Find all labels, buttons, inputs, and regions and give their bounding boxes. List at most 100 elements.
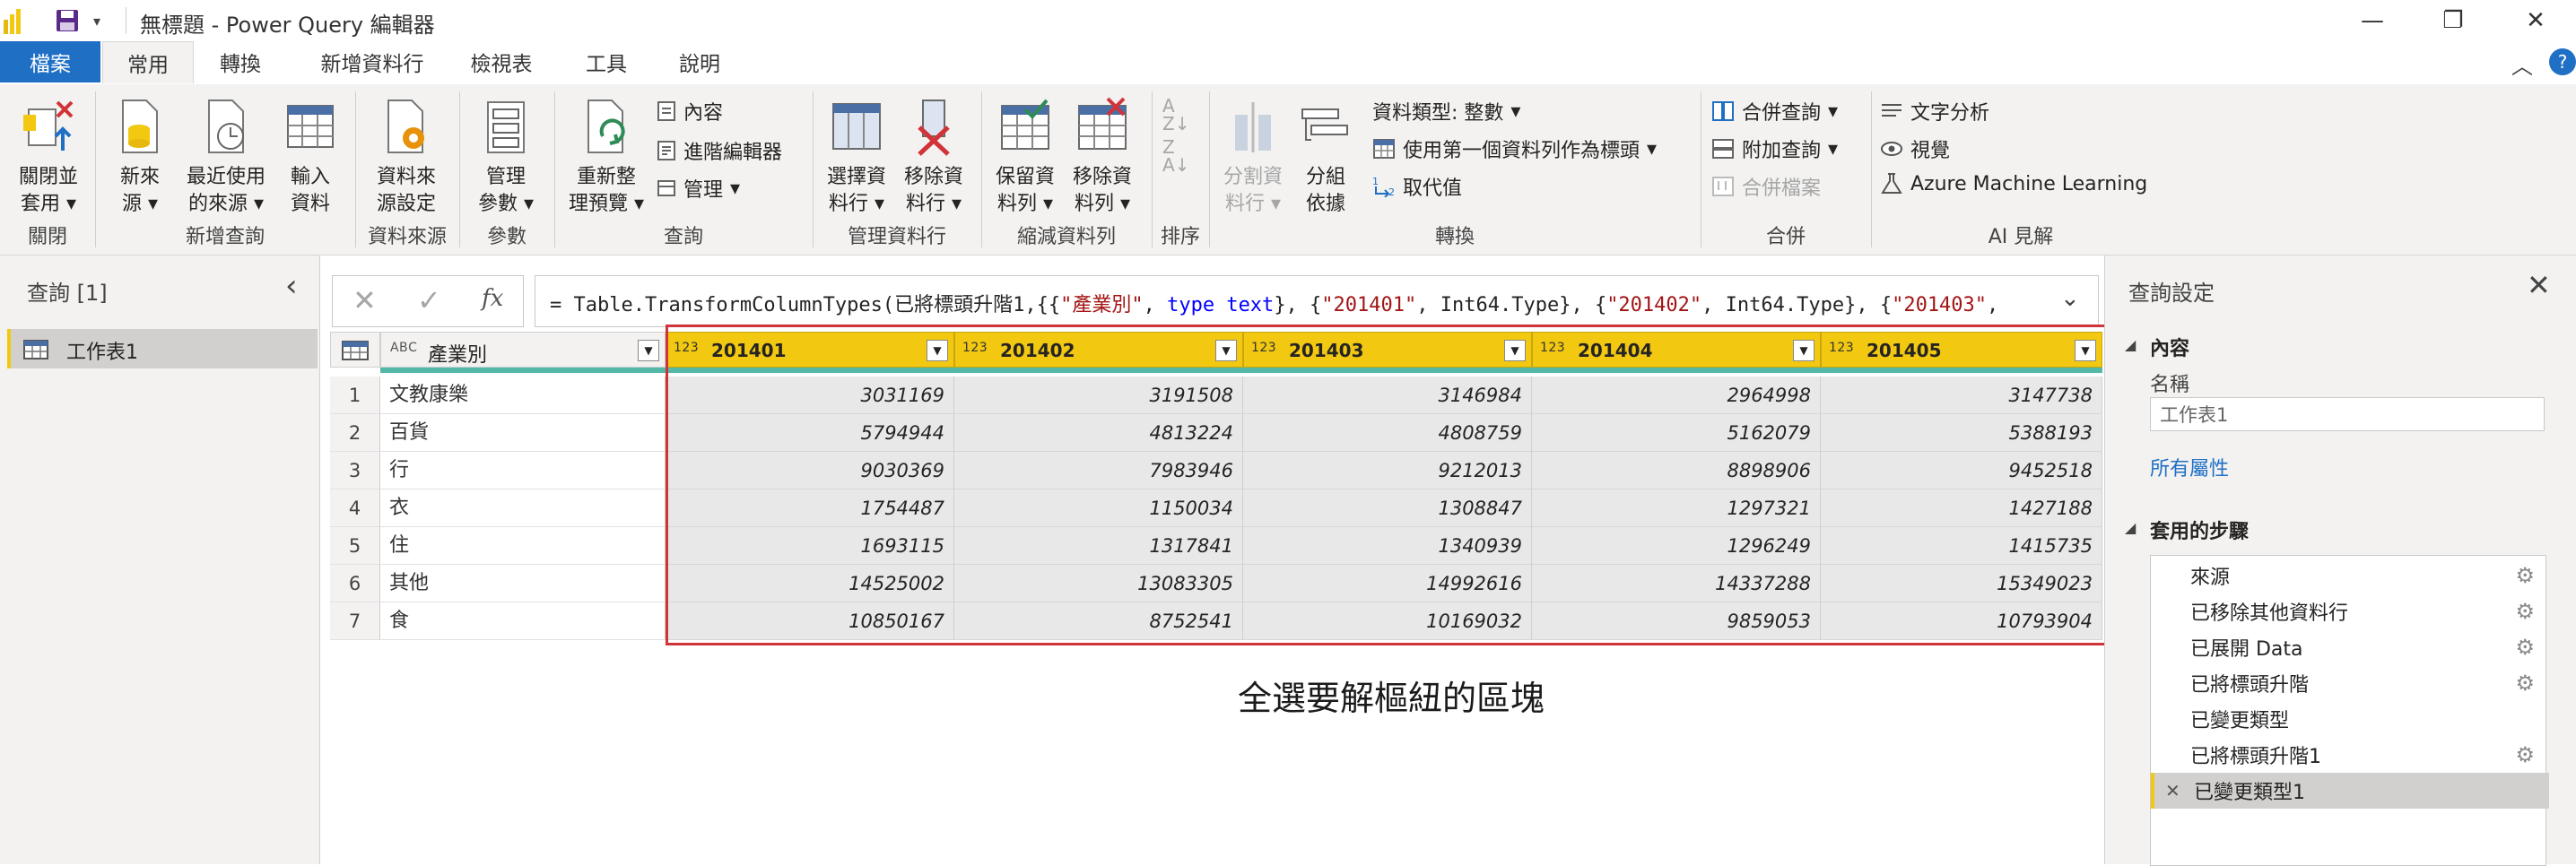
applied-step[interactable]: 已移除其他資料行 ⚙: [2151, 593, 2546, 629]
value-cell[interactable]: 1297321: [1532, 489, 1821, 527]
value-cell[interactable]: 14337288: [1532, 565, 1821, 602]
type-text-icon[interactable]: A B C: [390, 341, 417, 355]
step-settings-gear-icon[interactable]: ⚙: [2515, 742, 2535, 767]
minimize-button[interactable]: —: [2332, 0, 2413, 41]
row-number[interactable]: 7: [330, 602, 380, 640]
column-header-201405[interactable]: 1 2 3 201405 ▼: [1821, 332, 2102, 368]
value-cell[interactable]: 1693115: [666, 527, 954, 565]
close-apply-button[interactable]: 關閉並 套用 ▾: [7, 97, 90, 218]
value-cell[interactable]: 7983946: [954, 452, 1243, 489]
close-window-button[interactable]: ✕: [2495, 0, 2576, 41]
collapse-queries-icon[interactable]: ‹: [285, 268, 298, 304]
type-integer-icon[interactable]: 1 2 3: [674, 341, 699, 355]
table-row[interactable]: 1 文教康樂 3031169 3191508 3146984 2964998 3147738: [330, 377, 2102, 414]
row-number[interactable]: 3: [330, 452, 380, 489]
industry-cell[interactable]: 衣: [380, 489, 666, 527]
close-query-settings-icon[interactable]: ✕: [2527, 268, 2551, 302]
fx-icon[interactable]: fx: [482, 285, 503, 312]
query-item-sheet1[interactable]: 工作表1: [7, 329, 318, 368]
value-cell[interactable]: 1415735: [1821, 527, 2102, 565]
column-header-201402[interactable]: 1 2 3 201402 ▼: [954, 332, 1243, 368]
column-header-201404[interactable]: 1 2 3 201404 ▼: [1532, 332, 1821, 368]
value-cell[interactable]: 3191508: [954, 377, 1243, 414]
column-filter-dropdown-icon[interactable]: ▼: [1215, 340, 1237, 361]
applied-step[interactable]: 已將標頭升階 ⚙: [2151, 665, 2546, 701]
tab-view[interactable]: 檢視表: [454, 41, 549, 82]
applied-step[interactable]: ✕ 已變更類型1: [2151, 773, 2549, 809]
value-cell[interactable]: 3146984: [1243, 377, 1532, 414]
industry-cell[interactable]: 行: [380, 452, 666, 489]
value-cell[interactable]: 5794944: [666, 414, 954, 452]
industry-cell[interactable]: 文教康樂: [380, 377, 666, 414]
value-cell[interactable]: 10793904: [1821, 602, 2102, 640]
tab-add-column[interactable]: 新增資料行: [296, 41, 448, 82]
tab-home[interactable]: 常用: [102, 41, 194, 83]
data-type-dropdown[interactable]: 資料類型: 整數 ▾: [1372, 97, 1520, 126]
remove-columns-button[interactable]: 移除資 料行 ▾: [895, 97, 972, 218]
all-properties-link[interactable]: 所有屬性: [2150, 453, 2229, 481]
azure-ml-button[interactable]: Azure Machine Learning: [1880, 172, 2147, 195]
type-integer-icon[interactable]: 1 2 3: [1251, 341, 1276, 355]
applied-step[interactable]: 已將標頭升階1 ⚙: [2151, 737, 2546, 773]
refresh-preview-button[interactable]: 重新整 理預覽 ▾: [563, 97, 649, 218]
restore-button[interactable]: ❐: [2413, 0, 2493, 41]
column-filter-dropdown-icon[interactable]: ▼: [927, 340, 948, 361]
use-first-row-headers-button[interactable]: 使用第一個資料列作為標頭 ▾: [1372, 134, 1657, 163]
save-icon[interactable]: [56, 9, 79, 32]
choose-columns-button[interactable]: 選擇資 料行 ▾: [818, 97, 895, 218]
combine-files-button[interactable]: 合併檔案: [1711, 172, 1821, 201]
column-filter-dropdown-icon[interactable]: ▼: [2075, 340, 2096, 361]
tab-help[interactable]: 說明: [658, 41, 741, 82]
industry-cell[interactable]: 食: [380, 602, 666, 640]
step-settings-gear-icon[interactable]: ⚙: [2515, 599, 2535, 624]
value-cell[interactable]: 1340939: [1243, 527, 1532, 565]
value-cell[interactable]: 14525002: [666, 565, 954, 602]
value-cell[interactable]: 15349023: [1821, 565, 2102, 602]
value-cell[interactable]: 3147738: [1821, 377, 2102, 414]
type-integer-icon[interactable]: 1 2 3: [1829, 341, 1854, 355]
table-row[interactable]: 3 行 9030369 7983946 9212013 8898906 9452518: [330, 452, 2102, 489]
value-cell[interactable]: 13083305: [954, 565, 1243, 602]
applied-step[interactable]: 來源 ⚙: [2151, 558, 2546, 593]
column-filter-dropdown-icon[interactable]: ▼: [1504, 340, 1526, 361]
append-queries-button[interactable]: 附加查詢 ▾: [1711, 134, 1838, 163]
column-header-industry[interactable]: A B C 產業別 ▼: [380, 332, 666, 368]
table-row[interactable]: 5 住 1693115 1317841 1340939 1296249 1415735: [330, 527, 2102, 565]
tab-transform[interactable]: 轉換: [197, 41, 283, 82]
table-row[interactable]: 6 其他 14525002 13083305 14992616 14337288 15349…: [330, 565, 2102, 602]
enter-data-button[interactable]: 輸入 資料: [276, 97, 344, 218]
column-filter-dropdown-icon[interactable]: ▼: [1793, 340, 1815, 361]
tab-tools[interactable]: 工具: [565, 41, 648, 82]
value-cell[interactable]: 5162079: [1532, 414, 1821, 452]
value-cell[interactable]: 1308847: [1243, 489, 1532, 527]
quick-access-dropdown-icon[interactable]: ▾: [93, 13, 100, 30]
value-cell[interactable]: 5388193: [1821, 414, 2102, 452]
row-number[interactable]: 2: [330, 414, 380, 452]
industry-cell[interactable]: 住: [380, 527, 666, 565]
value-cell[interactable]: 2964998: [1532, 377, 1821, 414]
step-settings-gear-icon[interactable]: ⚙: [2515, 671, 2535, 696]
value-cell[interactable]: 4813224: [954, 414, 1243, 452]
value-cell[interactable]: 9452518: [1821, 452, 2102, 489]
sort-ascending-icon[interactable]: A Z↓: [1162, 97, 1189, 133]
industry-cell[interactable]: 百貨: [380, 414, 666, 452]
step-settings-gear-icon[interactable]: ⚙: [2515, 563, 2535, 588]
value-cell[interactable]: 9859053: [1532, 602, 1821, 640]
value-cell[interactable]: 10850167: [666, 602, 954, 640]
value-cell[interactable]: 1427188: [1821, 489, 2102, 527]
step-settings-gear-icon[interactable]: ⚙: [2515, 635, 2535, 660]
value-cell[interactable]: 8898906: [1532, 452, 1821, 489]
merge-queries-button[interactable]: 合併查詢 ▾: [1711, 97, 1838, 126]
value-cell[interactable]: 3031169: [666, 377, 954, 414]
formula-bar[interactable]: = Table.TransformColumnTypes(已將標頭升階1,{{"…: [535, 275, 2099, 327]
value-cell[interactable]: 9030369: [666, 452, 954, 489]
commit-formula-icon[interactable]: ✓: [417, 283, 441, 317]
properties-collapse-icon[interactable]: ◢: [2125, 336, 2136, 353]
delete-step-icon[interactable]: ✕: [2165, 780, 2180, 801]
manage-button[interactable]: 管理 ▾: [657, 174, 740, 203]
steps-collapse-icon[interactable]: ◢: [2125, 519, 2136, 536]
recent-sources-button[interactable]: 最近使用 的來源 ▾: [179, 97, 273, 218]
value-cell[interactable]: 1317841: [954, 527, 1243, 565]
value-cell[interactable]: 8752541: [954, 602, 1243, 640]
row-number[interactable]: 6: [330, 565, 380, 602]
